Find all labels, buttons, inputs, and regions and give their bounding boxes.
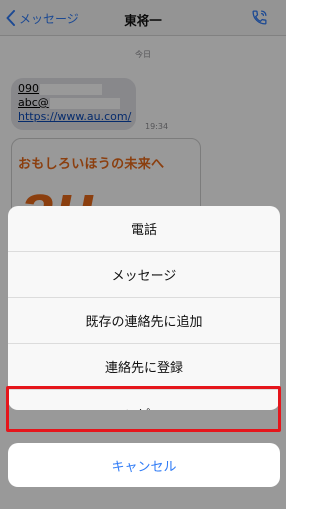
action-sheet: 電話 メッセージ 既存の連絡先に追加 連絡先に登録 コピー <box>8 206 280 410</box>
action-message[interactable]: メッセージ <box>8 252 280 298</box>
action-create-contact[interactable]: 連絡先に登録 <box>8 344 280 390</box>
action-call[interactable]: 電話 <box>8 206 280 252</box>
action-copy[interactable]: コピー <box>8 390 280 411</box>
action-add-to-existing-contact[interactable]: 既存の連絡先に追加 <box>8 298 280 344</box>
cancel-button[interactable]: キャンセル <box>8 443 280 487</box>
